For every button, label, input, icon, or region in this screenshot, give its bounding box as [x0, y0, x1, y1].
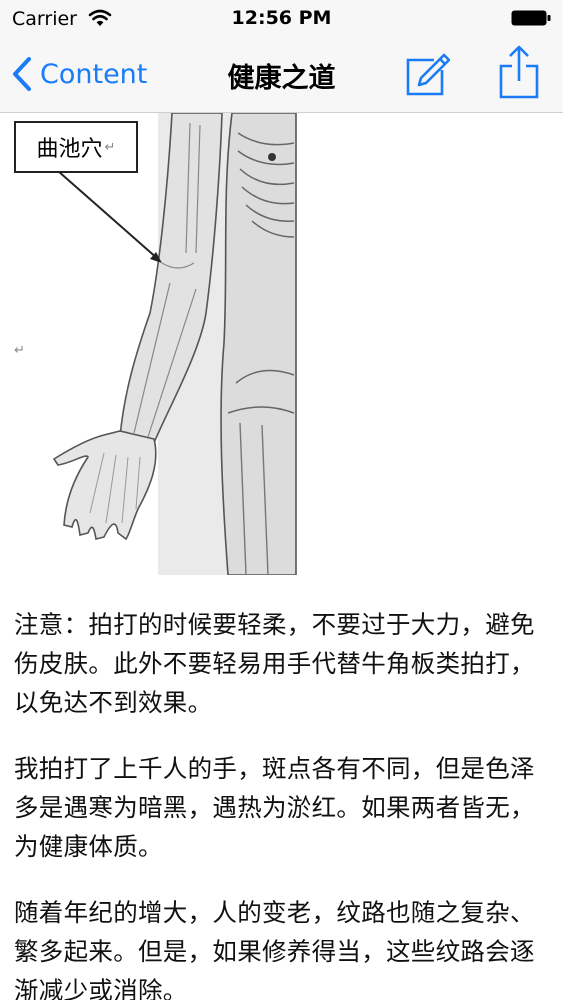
paragraph: 随着年纪的增大，人的变老，纹路也随之复杂、繁多起来。但是，如果修养得当，这些纹路… — [14, 898, 535, 1000]
status-bar: Carrier 12:56 PM — [0, 0, 563, 38]
battery-icon — [511, 10, 551, 26]
acupoint-label: 曲池穴 ↵ — [14, 121, 138, 173]
edit-button[interactable] — [404, 52, 451, 98]
article-content[interactable]: 曲池穴 ↵ ↵ 注意：拍打的时候要轻柔，不要过于大力，避免伤皮肤。此外不要轻易用手… — [0, 113, 563, 1000]
return-mark: ↵ — [104, 139, 116, 155]
compose-icon — [406, 53, 451, 96]
acupoint-label-text: 曲池穴 — [36, 137, 103, 162]
navigation-bar: Content 健康之道 — [0, 38, 563, 113]
page-title: 健康之道 — [227, 63, 336, 94]
paragraph: 注意：拍打的时候要轻柔，不要过于大力，避免伤皮肤。此外不要轻易用手代替牛角板类拍… — [14, 610, 535, 717]
paragraph: 我拍打了上千人的手，斑点各有不同，但是色泽多是遇寒为暗黑，遇热为淤红。如果两者皆… — [14, 754, 535, 861]
clock: 12:56 PM — [231, 7, 332, 29]
share-button[interactable] — [498, 44, 540, 100]
paragraph-mark: ↵ — [14, 343, 25, 358]
acupoint-figure: 曲池穴 ↵ ↵ — [0, 113, 563, 575]
article-text: 注意：拍打的时候要轻柔，不要过于大力，避免伤皮肤。此外不要轻易用手代替牛角板类拍… — [14, 605, 554, 1000]
arm-anatomy-illustration — [52, 113, 297, 575]
share-icon — [499, 45, 539, 99]
